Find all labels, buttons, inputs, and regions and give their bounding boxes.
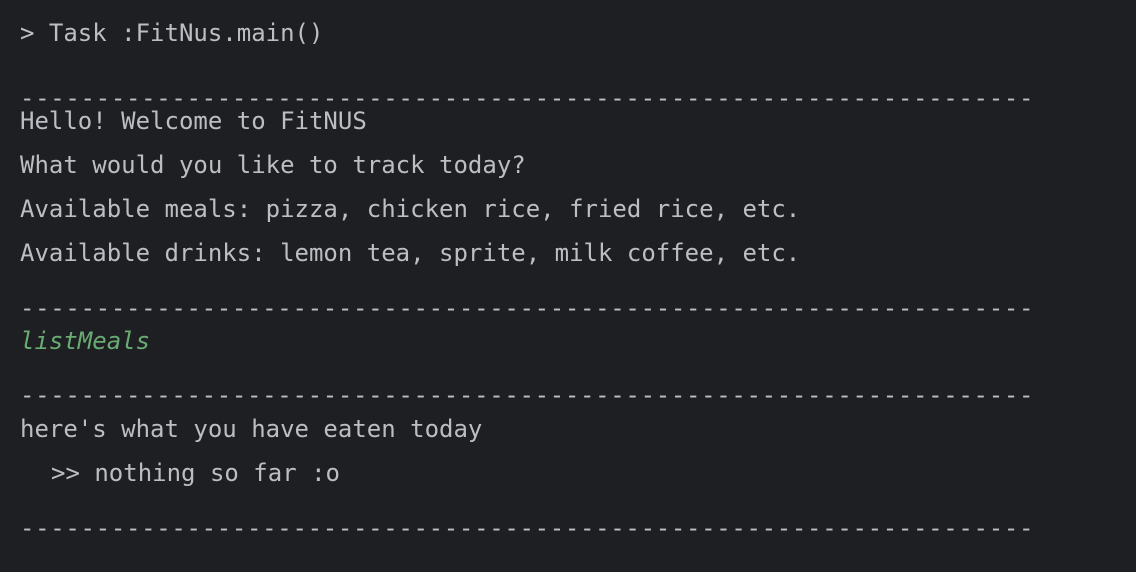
available-meals-line: Available meals: pizza, chicken rice, fr… — [20, 195, 801, 223]
eaten-empty-line: >> nothing so far :o — [51, 459, 340, 487]
separator-line: ----------------------------------------… — [20, 294, 1035, 322]
separator-line: ----------------------------------------… — [20, 381, 1035, 409]
task-line: > Task :FitNus.main() — [20, 19, 324, 47]
greeting-line: Hello! Welcome to FitNUS — [20, 107, 367, 135]
prompt-line: What would you like to track today? — [20, 151, 526, 179]
user-input-echo: listMeals — [20, 327, 151, 355]
separator-line: ----------------------------------------… — [20, 514, 1035, 542]
eaten-header-line: here's what you have eaten today — [20, 415, 483, 443]
available-drinks-line: Available drinks: lemon tea, sprite, mil… — [20, 239, 801, 267]
run-console-output: > Task :FitNus.main() ------------------… — [20, 12, 1120, 572]
